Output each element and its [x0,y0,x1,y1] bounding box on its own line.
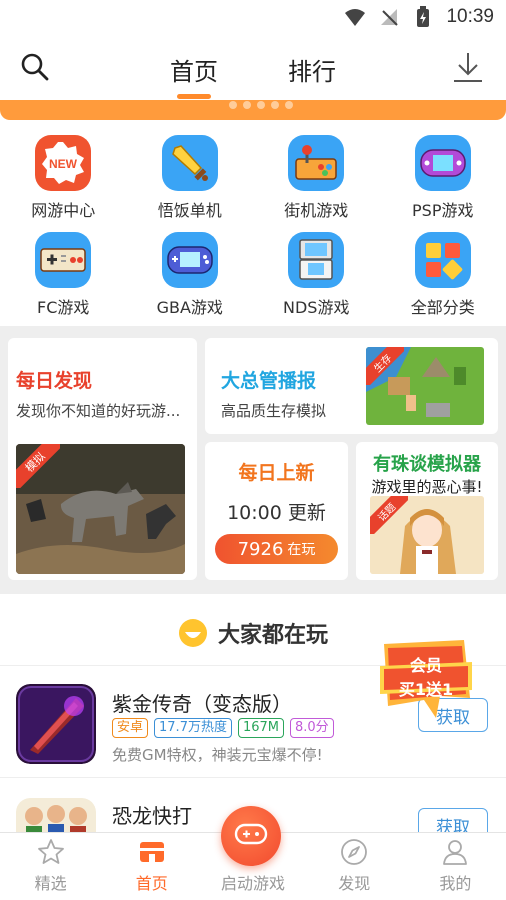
gba-console-icon [161,232,218,288]
top-header: 首页 排行 [0,34,506,100]
new-badge-icon: NEW [35,135,92,191]
game-icon-dino [16,798,96,832]
vip-label: 会员 [409,656,442,675]
tab-ranking[interactable]: 排行 [286,48,338,91]
category-label: 街机游戏 [284,201,349,220]
playing-count-pill: 7926 在玩 [215,534,338,564]
nav-label: 发现 [338,874,371,893]
fc-controller-icon [35,232,92,288]
manager-subtitle: 高品质生存模拟 [221,402,327,420]
category-fc[interactable]: FC游戏 [0,225,127,322]
wifi-icon [344,6,366,28]
launch-game-button[interactable] [221,806,281,866]
category-grid: NEW 网游中心 悟饭单机 街机游戏 PSP游戏 FC游戏 GBA游戏 NDS游… [0,128,506,322]
banner-dot [229,101,237,109]
category-wufan-single[interactable]: 悟饭单机 [127,128,254,225]
banner-dot [271,101,279,109]
playing-count: 7926 [237,538,284,560]
category-gba[interactable]: GBA游戏 [127,225,254,322]
category-all[interactable]: 全部分类 [380,225,506,322]
pearl-subtitle: 游戏里的恶心事! [371,478,483,496]
tab-home[interactable]: 首页 [168,48,220,91]
status-time: 10:39 [446,6,494,27]
topic-badge: 话题 [370,496,408,534]
nav-label: 启动游戏 [221,874,286,893]
category-label: 全部分类 [410,298,475,317]
status-bar: 10:39 [0,0,506,34]
pearl-title: 有珠谈模拟器 [373,454,481,475]
no-signal-icon [378,6,400,28]
game-name: 恐龙快打 [112,804,192,828]
nav-label: 首页 [135,874,168,893]
all-categories-icon [414,232,471,288]
svg-text:NEW: NEW [49,157,78,171]
tag-platform: 安卓 [112,718,149,738]
category-label: 悟饭单机 [157,201,222,220]
daily-new-time: 10:00 更新 [227,502,326,524]
arcade-joystick-icon [288,135,345,191]
get-button[interactable]: 获取 [418,808,488,832]
top-tabs: 首页 排行 [0,48,506,91]
daily-discover-title: 每日发现 [16,370,93,392]
nav-profile[interactable]: 我的 [405,833,506,900]
survival-game-image: 生存 [366,347,484,425]
nav-label: 我的 [439,874,472,893]
user-icon [441,838,469,866]
game-icon-zijin [16,684,96,764]
daily-discover-card[interactable]: 每日发现 发现你不知道的好玩游... 模拟 [8,338,197,580]
section-title: 大家都在玩 [217,622,328,648]
category-psp[interactable]: PSP游戏 [380,128,506,225]
playing-suffix: 在玩 [287,542,316,558]
wolf-game-image: 模拟 [16,444,185,574]
simulation-badge: 模拟 [16,444,60,488]
category-label: 网游中心 [31,201,96,220]
tag-score: 8.0分 [290,718,334,738]
banner-dot [243,101,251,109]
category-label: FC游戏 [37,298,90,317]
category-nds[interactable]: NDS游戏 [253,225,380,322]
anime-girl-image: 话题 [370,496,484,574]
daily-new-title: 每日上新 [238,462,315,484]
daily-discover-subtitle: 发现你不知道的好玩游... [16,402,181,420]
category-arcade[interactable]: 街机游戏 [253,128,380,225]
nds-console-icon [288,232,345,288]
category-online-games[interactable]: NEW 网游中心 [0,128,127,225]
daily-new-card[interactable]: 每日上新 10:00 更新 7926 在玩 [205,442,348,580]
game-tags: 安卓 17.7万热度 167M 8.0分 [112,718,334,738]
sword-icon [161,135,218,191]
category-label: PSP游戏 [412,201,474,220]
banner-pagination [229,101,293,109]
vip-offer: 买1送1 [398,680,454,699]
compass-icon [340,838,368,866]
nav-label: 精选 [34,874,67,893]
nav-featured[interactable]: 精选 [0,833,101,900]
tag-popularity: 17.7万热度 [154,718,232,738]
download-icon[interactable] [452,50,484,84]
tag-size: 167M [237,718,284,738]
manager-title: 大总管播报 [221,370,317,392]
psp-console-icon [414,135,471,191]
pearl-emulator-card[interactable]: 有珠谈模拟器 游戏里的恶心事! 话题 [356,442,498,580]
battery-charging-icon [412,6,434,28]
survival-badge: 生存 [366,347,404,385]
game-description: 免费GM特权，神装元宝爆不停! [112,746,323,764]
manager-broadcast-card[interactable]: 大总管播报 高品质生存模拟 生存 [205,338,498,434]
smiley-icon [178,618,208,648]
nav-discover[interactable]: 发现 [304,833,405,900]
banner-dot [257,101,265,109]
feature-section: 每日发现 发现你不知道的好玩游... 模拟 大总管播报 高品质生存模拟 生存 每… [0,326,506,594]
category-label: GBA游戏 [156,298,223,317]
game-name: 紫金传奇（变态版） [112,692,292,716]
home-icon [138,838,166,866]
nav-home[interactable]: 首页 [101,833,202,900]
vip-promo-badge[interactable]: 会员 买1送1 [378,638,474,720]
star-icon [37,838,65,866]
category-label: NDS游戏 [283,298,350,317]
gamepad-icon [234,822,268,850]
banner-dot [285,101,293,109]
